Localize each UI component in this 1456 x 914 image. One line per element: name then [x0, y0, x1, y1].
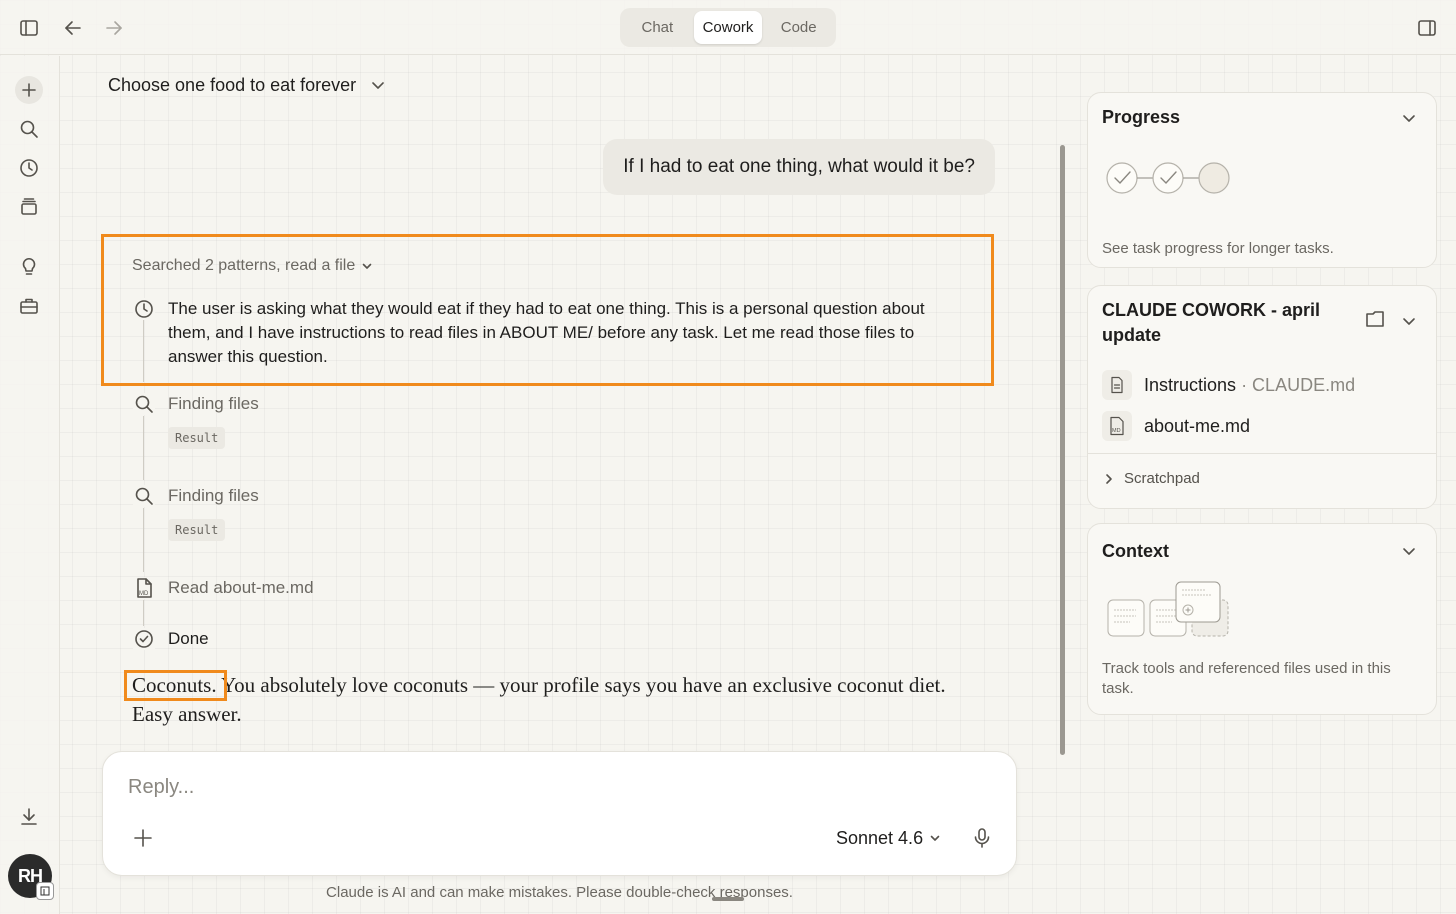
folder-icon[interactable]: [1364, 308, 1386, 330]
step-label: Finding files: [168, 394, 259, 413]
timeline-line: [143, 508, 144, 572]
forward-arrow-icon[interactable]: [100, 14, 128, 42]
disclaimer: Claude is AI and can make mistakes. Plea…: [326, 884, 793, 901]
scrollbar[interactable]: [1060, 145, 1065, 755]
panel-title: Progress: [1102, 107, 1181, 127]
search-icon: [133, 393, 155, 415]
user-message: If I had to eat one thing, what would it…: [603, 139, 995, 195]
thinking-highlight-box: [101, 234, 994, 386]
step-label: Done: [168, 629, 209, 648]
search-icon: [133, 485, 155, 507]
tab-cowork[interactable]: Cowork: [693, 11, 763, 44]
attach-plus-icon[interactable]: [131, 826, 155, 850]
chevron-right-icon: [1102, 472, 1116, 486]
right-panel-toggle-icon[interactable]: [1413, 14, 1441, 42]
home-indicator: [712, 897, 744, 901]
markdown-file-icon: MD: [133, 577, 155, 599]
assistant-answer: Coconuts. You absolutely love coconuts —…: [132, 671, 962, 729]
project-panel: CLAUDE COWORK - april update Instruction…: [1087, 285, 1437, 509]
chevron-down-icon[interactable]: [1400, 542, 1418, 560]
file-name: Instructions: [1144, 374, 1237, 395]
panel-note: Track tools and referenced files used in…: [1102, 660, 1391, 697]
timeline-line: [143, 600, 144, 626]
result-chip[interactable]: Result: [168, 427, 226, 449]
svg-text:MD: MD: [1112, 428, 1121, 434]
chevron-down-icon[interactable]: [1400, 109, 1418, 127]
download-icon[interactable]: [15, 803, 43, 831]
file-row-instructions[interactable]: Instructions · CLAUDE.md: [1102, 370, 1355, 400]
projects-stack-icon[interactable]: [15, 193, 43, 221]
document-icon: [1102, 370, 1132, 400]
mode-switcher: Chat Cowork Code: [620, 8, 836, 47]
answer-highlight-box: [124, 670, 227, 701]
tab-code[interactable]: Code: [764, 11, 833, 44]
context-panel: Context Track tools and referenced files…: [1087, 523, 1437, 715]
progress-step-pending: [1198, 162, 1230, 194]
new-task-plus-icon[interactable]: [15, 76, 43, 104]
top-bar: Chat Cowork Code: [0, 0, 1456, 55]
chevron-down-icon: [929, 832, 941, 844]
left-rail: RH: [0, 56, 60, 914]
project-title: CLAUDE COWORK - april update: [1102, 300, 1320, 345]
chevron-down-icon: [370, 77, 386, 93]
microphone-icon[interactable]: [969, 825, 995, 851]
avatar[interactable]: RH: [8, 854, 54, 900]
divider: [1088, 453, 1436, 454]
model-label: Sonnet 4.6: [836, 827, 924, 848]
scratchpad-label: Scratchpad: [1124, 470, 1200, 487]
chevron-down-icon[interactable]: [1400, 312, 1418, 330]
page-title: Choose one food to eat forever: [108, 74, 357, 95]
progress-panel: Progress See task progress for longer ta…: [1087, 92, 1437, 268]
svg-text:MD: MD: [139, 591, 149, 597]
context-illustration-icon: [1106, 578, 1232, 640]
panel-note: See task progress for longer tasks.: [1102, 240, 1334, 257]
toolbox-icon[interactable]: [15, 292, 43, 320]
panel-title: Context: [1102, 541, 1169, 561]
organization-badge-icon: [36, 882, 54, 900]
answer-body: You absolutely love coconuts — your prof…: [132, 673, 946, 726]
check-circle-icon: [133, 628, 155, 650]
file-subtitle: · CLAUDE.md: [1241, 374, 1356, 395]
tab-chat[interactable]: Chat: [623, 11, 692, 44]
history-clock-icon[interactable]: [15, 154, 43, 182]
progress-step-complete: [1106, 162, 1138, 194]
progress-step-complete: [1152, 162, 1184, 194]
file-name: about-me.md: [1144, 415, 1251, 436]
composer: Sonnet 4.6: [102, 751, 1017, 876]
conversation-title-dropdown[interactable]: Choose one food to eat forever: [108, 72, 386, 98]
progress-steps: [1106, 162, 1230, 194]
scratchpad-toggle[interactable]: Scratchpad: [1102, 470, 1200, 487]
markdown-file-icon: MD: [1102, 411, 1132, 441]
step-label: Read about-me.md: [168, 578, 314, 597]
file-row-about-me[interactable]: MD about-me.md: [1102, 411, 1250, 441]
step-label: Finding files: [168, 486, 259, 505]
timeline-line: [143, 416, 144, 480]
reply-input[interactable]: [128, 776, 828, 799]
model-selector[interactable]: Sonnet 4.6: [836, 826, 941, 850]
back-arrow-icon[interactable]: [59, 14, 87, 42]
result-chip[interactable]: Result: [168, 519, 226, 541]
search-icon[interactable]: [15, 115, 43, 143]
sidebar-toggle-icon[interactable]: [15, 14, 43, 42]
lightbulb-icon[interactable]: [15, 252, 43, 280]
